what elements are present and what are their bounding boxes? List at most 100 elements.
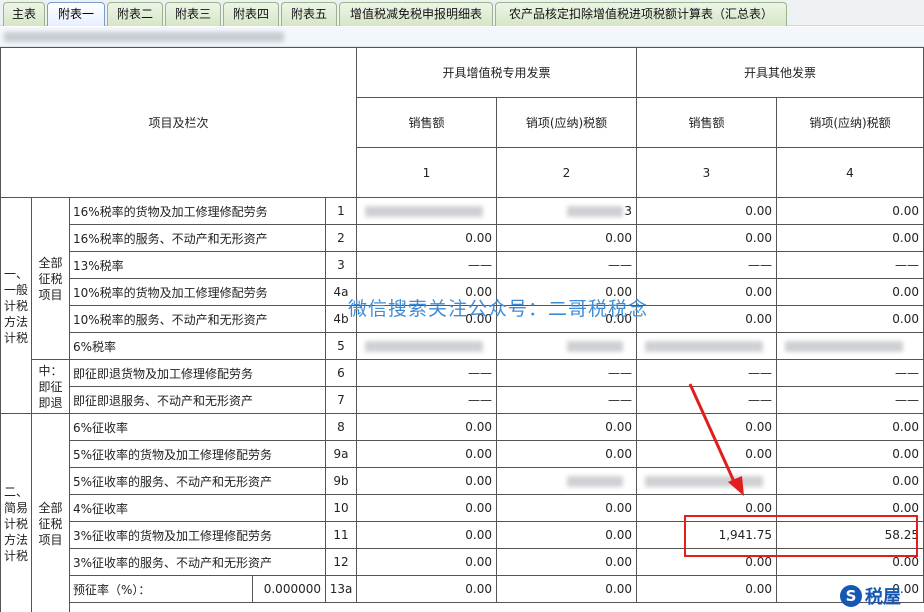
tab-schedule-4[interactable]: 附表四 [223,2,279,26]
cell-col-2[interactable]: 0.00 [497,576,637,603]
cell-value: —— [468,366,492,380]
cell-col-1[interactable]: —— [357,252,497,279]
row-label: 即征即退货物及加工修理修配劳务 [70,360,326,387]
cell-col-3[interactable]: 0.00 [637,306,777,333]
cell-value: 0.00 [892,312,919,326]
cell-value: 0.00 [892,474,919,488]
row-number: 5 [326,333,357,360]
cell-col-1[interactable]: 0.00 [357,441,497,468]
cell-col-3[interactable]: 0.00 [637,225,777,252]
tab-tax-relief-detail[interactable]: 增值税减免税申报明细表 [339,2,493,26]
cell-col-1[interactable]: 0.00 [357,522,497,549]
cell-col-4[interactable]: 0.00 [777,225,924,252]
cell-col-1[interactable]: 0.00 [357,225,497,252]
prepay-rate-input[interactable]: 0.000000 [253,576,326,603]
cell-value: —— [748,366,772,380]
cell-col-4[interactable]: 0.00 [777,441,924,468]
cell-col-1[interactable] [357,198,497,225]
cell-col-4[interactable]: —— [777,252,924,279]
cell-col-3[interactable] [637,468,777,495]
cell-value: —— [468,393,492,407]
cell-col-3[interactable]: —— [637,360,777,387]
cell-value: 0.00 [465,231,492,245]
cell-col-4[interactable]: 0.00 [777,306,924,333]
row-number: 9a [326,441,357,468]
cell-value: —— [895,366,919,380]
cell-value: 0.00 [605,501,632,515]
cell-value: 0.00 [745,312,772,326]
row-label: 6%税率 [70,333,326,360]
cell-col-4[interactable]: —— [777,387,924,414]
row-label: 即征即退服务、不动产和无形资产 [70,387,326,414]
cell-value: 0.00 [605,447,632,461]
header-tax-2: 销项(应纳)税额 [497,98,637,148]
cell-col-2[interactable]: —— [497,252,637,279]
cell-col-4[interactable]: —— [777,360,924,387]
cell-value: 0.00 [745,285,772,299]
cell-col-1[interactable]: 0.00 [357,495,497,522]
cell-col-3[interactable]: 0.00 [637,279,777,306]
cell-value: 0.00 [892,501,919,515]
cell-value: 0.00 [892,420,919,434]
tab-schedule-1[interactable]: 附表一 [47,2,105,26]
logo-text: 税屋 [865,587,901,608]
cell-col-1[interactable]: 0.00 [357,468,497,495]
cell-col-2[interactable]: —— [497,360,637,387]
cell-value: —— [895,393,919,407]
cell-col-2[interactable] [497,333,637,360]
cell-value: 0.00 [465,474,492,488]
tab-schedule-3[interactable]: 附表三 [165,2,221,26]
cell-col-1[interactable]: —— [357,387,497,414]
cell-col-2[interactable]: 0.00 [497,441,637,468]
redacted-value [365,206,483,217]
cell-col-2[interactable] [497,468,637,495]
cell-col-2[interactable]: 0.00 [497,495,637,522]
cell-value: 0.00 [892,285,919,299]
cell-col-1[interactable]: 0.00 [357,576,497,603]
cell-col-4[interactable]: 0.00 [777,414,924,441]
row-number: 11 [326,522,357,549]
redacted-value [645,476,763,487]
cell-value: —— [468,258,492,272]
cell-col-3[interactable]: 0.00 [637,441,777,468]
cell-value: 0.00 [605,582,632,596]
section-simple-method: 二、简易计税方法计税 [0,414,32,612]
cell-col-1[interactable] [357,333,497,360]
header-colnum-4: 4 [777,148,924,198]
cell-col-1[interactable]: —— [357,360,497,387]
row-label: 预征率（%）： [70,576,253,603]
tab-schedule-5[interactable]: 附表五 [281,2,337,26]
cell-col-3[interactable]: —— [637,387,777,414]
cell-col-2[interactable]: —— [497,387,637,414]
cell-value: —— [608,258,632,272]
cell-col-4[interactable]: 0.00 [777,468,924,495]
cell-col-4[interactable]: 0.00 [777,198,924,225]
header-tax-4: 销项(应纳)税额 [777,98,924,148]
row-label: 16%税率的货物及加工修理修配劳务 [70,198,326,225]
tab-schedule-2[interactable]: 附表二 [107,2,163,26]
tab-main[interactable]: 主表 [3,2,45,26]
watermark-text: 微信搜索关注公众号：二哥税税念 [348,298,649,320]
cell-value: —— [748,393,772,407]
row-number: 9b [326,468,357,495]
cell-col-1[interactable]: 0.00 [357,549,497,576]
cell-col-2[interactable]: 0.00 [497,414,637,441]
cell-col-4[interactable] [777,333,924,360]
tab-agricultural-deduction[interactable]: 农产品核定扣除增值税进项税额计算表（汇总表） [495,2,787,26]
cell-col-2[interactable]: 0.00 [497,549,637,576]
cell-value: 0.00 [605,231,632,245]
cell-col-4[interactable]: 0.00 [777,279,924,306]
cell-col-3[interactable]: 0.00 [637,576,777,603]
cell-col-3[interactable] [637,333,777,360]
cell-col-2[interactable]: 0.00 [497,225,637,252]
cell-value: 0.00 [465,555,492,569]
shuiwu-logo: S 税屋 [840,583,901,609]
cell-col-1[interactable]: 0.00 [357,414,497,441]
cell-col-2[interactable]: 0.00 [497,522,637,549]
row-label: 10%税率的服务、不动产和无形资产 [70,306,326,333]
cell-col-3[interactable]: 0.00 [637,414,777,441]
cell-col-3[interactable]: —— [637,252,777,279]
cell-col-3[interactable]: 0.00 [637,198,777,225]
cell-value: 0.00 [465,501,492,515]
cell-col-2[interactable]: 3 [497,198,637,225]
